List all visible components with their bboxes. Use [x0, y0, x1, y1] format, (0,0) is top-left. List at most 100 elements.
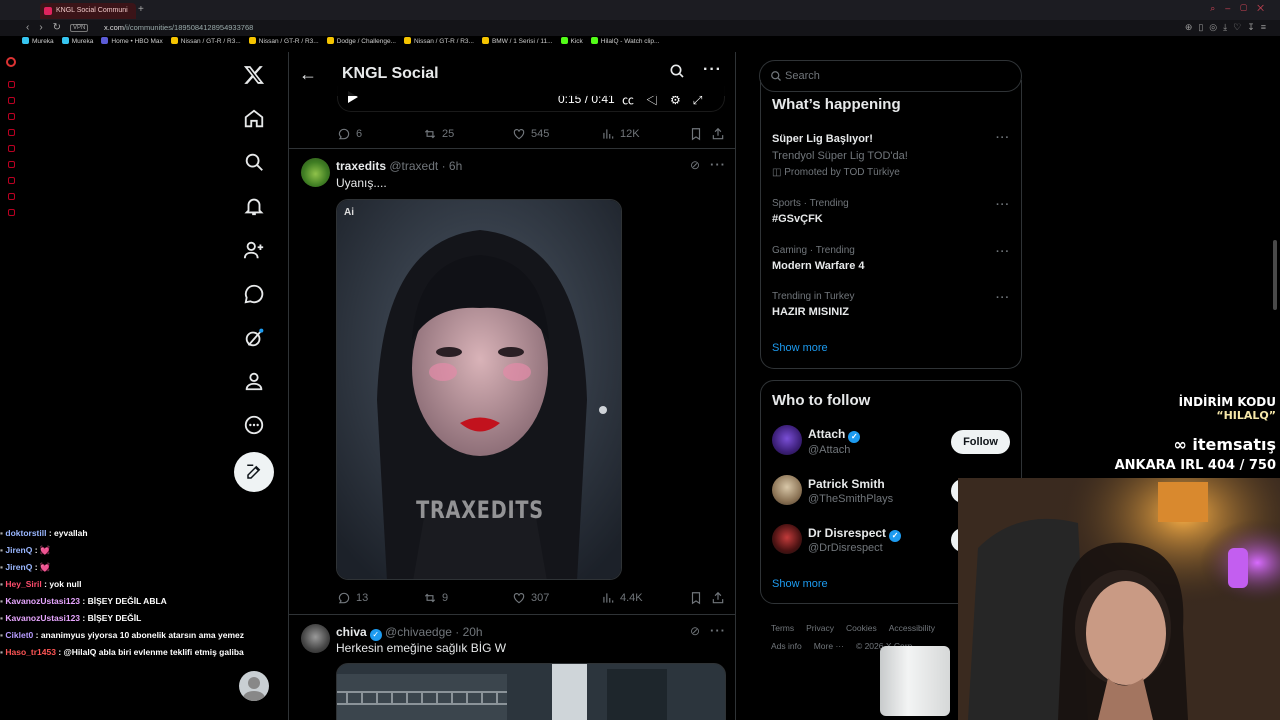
extension-icons[interactable]: ⊕▯◎⤓♡↧≡	[1185, 22, 1272, 33]
post-header: chiva ✓ @chivaedge · 20h	[336, 625, 483, 641]
user-avatar[interactable]	[772, 425, 802, 455]
bookmark-item[interactable]: Dodge / Challenge...	[326, 37, 396, 45]
share-icon	[712, 591, 724, 604]
grok-explain-icon[interactable]: ⊘	[690, 158, 700, 172]
post-header: traxedits @traxedt · 6h	[336, 159, 462, 173]
views-button[interactable]: 12K	[601, 127, 640, 141]
chat-text: : @HilalQ abla biri evlenme teklifi etmi…	[58, 647, 244, 657]
post-author-name[interactable]: chiva	[336, 625, 367, 639]
verified-badge-icon: ✓	[369, 629, 382, 641]
bookmark-button[interactable]	[689, 591, 703, 605]
community-search-icon[interactable]	[669, 63, 685, 84]
sidebar-app-icon[interactable]	[8, 177, 15, 184]
profile-icon[interactable]	[240, 367, 268, 395]
grok-icon[interactable]	[240, 324, 268, 352]
trend-more-icon[interactable]: ···	[996, 132, 1010, 144]
post-avatar[interactable]	[301, 624, 330, 653]
home-icon[interactable]	[240, 105, 268, 133]
bookmark-favicon-icon	[481, 37, 489, 44]
promo-label: İNDİRİM KODU	[1178, 395, 1276, 409]
post-author-handle[interactable]: @traxedt · 6h	[389, 159, 462, 173]
promoted-by: Promoted by TOD Türkiye	[784, 167, 900, 178]
bookmark-item[interactable]: Home • HBO Max	[101, 37, 163, 45]
grok-explain-icon[interactable]: ⊘	[690, 624, 700, 638]
footer-link[interactable]: Privacy	[806, 623, 834, 633]
chat-text: : BİŞEY DEĞİL ABLA	[82, 596, 167, 606]
post-more-icon[interactable]: ···	[710, 157, 726, 172]
bookmark-item[interactable]: HilalQ - Watch clip...	[590, 37, 659, 45]
follow-people-icon[interactable]	[240, 236, 268, 264]
bookmark-icon	[691, 128, 701, 141]
bookmark-item[interactable]: Mureka	[61, 37, 93, 45]
sidebar-app-icon[interactable]	[8, 161, 15, 168]
bookmark-item[interactable]: Nissan / GT-R / R3...	[170, 37, 241, 45]
reply-count: 6	[356, 128, 363, 140]
trends-show-more-link[interactable]: Show more	[772, 342, 828, 354]
post-media-image[interactable]: Ai TRAXEDITS	[336, 199, 622, 580]
opera-logo-icon[interactable]	[6, 57, 16, 67]
post-avatar[interactable]	[301, 158, 330, 187]
views-button[interactable]: 4.4K	[601, 591, 643, 605]
repost-button[interactable]: 9	[423, 591, 448, 605]
account-avatar[interactable]	[239, 671, 269, 701]
post-media-image[interactable]	[336, 663, 726, 720]
browser-nav-buttons[interactable]: ‹›↻	[26, 22, 71, 33]
repost-button[interactable]: 25	[423, 127, 454, 141]
reply-button[interactable]: 13	[337, 591, 368, 605]
share-button[interactable]	[711, 591, 725, 605]
follow-show-more-link[interactable]: Show more	[772, 578, 828, 590]
footer-link[interactable]: Cookies	[846, 623, 877, 633]
compose-post-button[interactable]	[234, 452, 274, 492]
messages-icon[interactable]	[240, 280, 268, 308]
post-author-handle[interactable]: @chivaedge · 20h	[385, 625, 483, 639]
verified-badge-icon: ✓	[848, 431, 861, 443]
bookmark-item[interactable]: BMW / 1 Serisi / 11...	[481, 37, 553, 45]
page-scrollbar[interactable]	[1273, 240, 1277, 310]
post-text: Uyanış....	[336, 176, 387, 190]
post-author-name[interactable]: traxedits	[336, 159, 386, 173]
notifications-bell-icon[interactable]	[240, 192, 268, 220]
new-tab-icon[interactable]: +	[138, 4, 144, 15]
back-arrow-icon[interactable]: ←	[299, 64, 317, 85]
user-avatar[interactable]	[772, 475, 802, 505]
more-options-icon[interactable]	[240, 411, 268, 439]
bookmark-item[interactable]: Kick	[560, 37, 583, 45]
ai-badge: Ai	[344, 207, 354, 218]
trend-more-icon[interactable]: ···	[996, 292, 1010, 304]
browser-tab[interactable]: KNGL Social Communi	[40, 3, 136, 19]
share-button[interactable]	[711, 127, 725, 141]
user-name: Patrick Smith	[808, 477, 885, 491]
bookmark-item[interactable]: Nissan / GT-R / R3...	[403, 37, 474, 45]
sidebar-app-icon[interactable]	[8, 209, 15, 216]
sidebar-app-icon[interactable]	[8, 81, 15, 88]
window-controls[interactable]: ⌕–▢✕	[1210, 3, 1274, 14]
trend-more-icon[interactable]: ···	[996, 199, 1010, 211]
sidebar-app-icon[interactable]	[8, 129, 15, 136]
url-field[interactable]: x.com/i/communities/1895084128954933768	[104, 23, 253, 32]
bookmark-item[interactable]: Mureka	[22, 37, 54, 45]
footer-link[interactable]: Ads info	[771, 641, 802, 651]
sidebar-app-icon[interactable]	[8, 193, 15, 200]
like-button[interactable]: 545	[512, 127, 549, 141]
sidebar-app-icon[interactable]	[8, 145, 15, 152]
header-more-icon[interactable]: ···	[703, 61, 722, 79]
follow-button[interactable]: Follow	[951, 430, 1010, 454]
reply-button[interactable]: 6	[337, 127, 362, 141]
bookmark-item[interactable]: Nissan / GT-R / R3...	[248, 37, 319, 45]
sidebar-app-icon[interactable]	[8, 97, 15, 104]
vpn-badge[interactable]: VPN	[70, 24, 89, 32]
footer-link[interactable]: Accessibility	[889, 623, 935, 633]
repost-count: 9	[442, 592, 449, 604]
post-more-icon[interactable]: ···	[710, 623, 726, 638]
user-avatar[interactable]	[772, 524, 802, 554]
like-button[interactable]: 307	[512, 591, 549, 605]
footer-link[interactable]: Terms	[771, 623, 794, 633]
chat-text: : yok null	[44, 579, 82, 589]
x-logo-icon[interactable]	[240, 61, 268, 89]
trend-more-icon[interactable]: ···	[996, 246, 1010, 258]
sidebar-app-icon[interactable]	[8, 113, 15, 120]
footer-link[interactable]: More ···	[814, 641, 844, 651]
explore-search-icon[interactable]	[240, 148, 268, 176]
bookmark-button[interactable]	[689, 127, 703, 141]
user-name: Attach ✓	[808, 427, 861, 443]
